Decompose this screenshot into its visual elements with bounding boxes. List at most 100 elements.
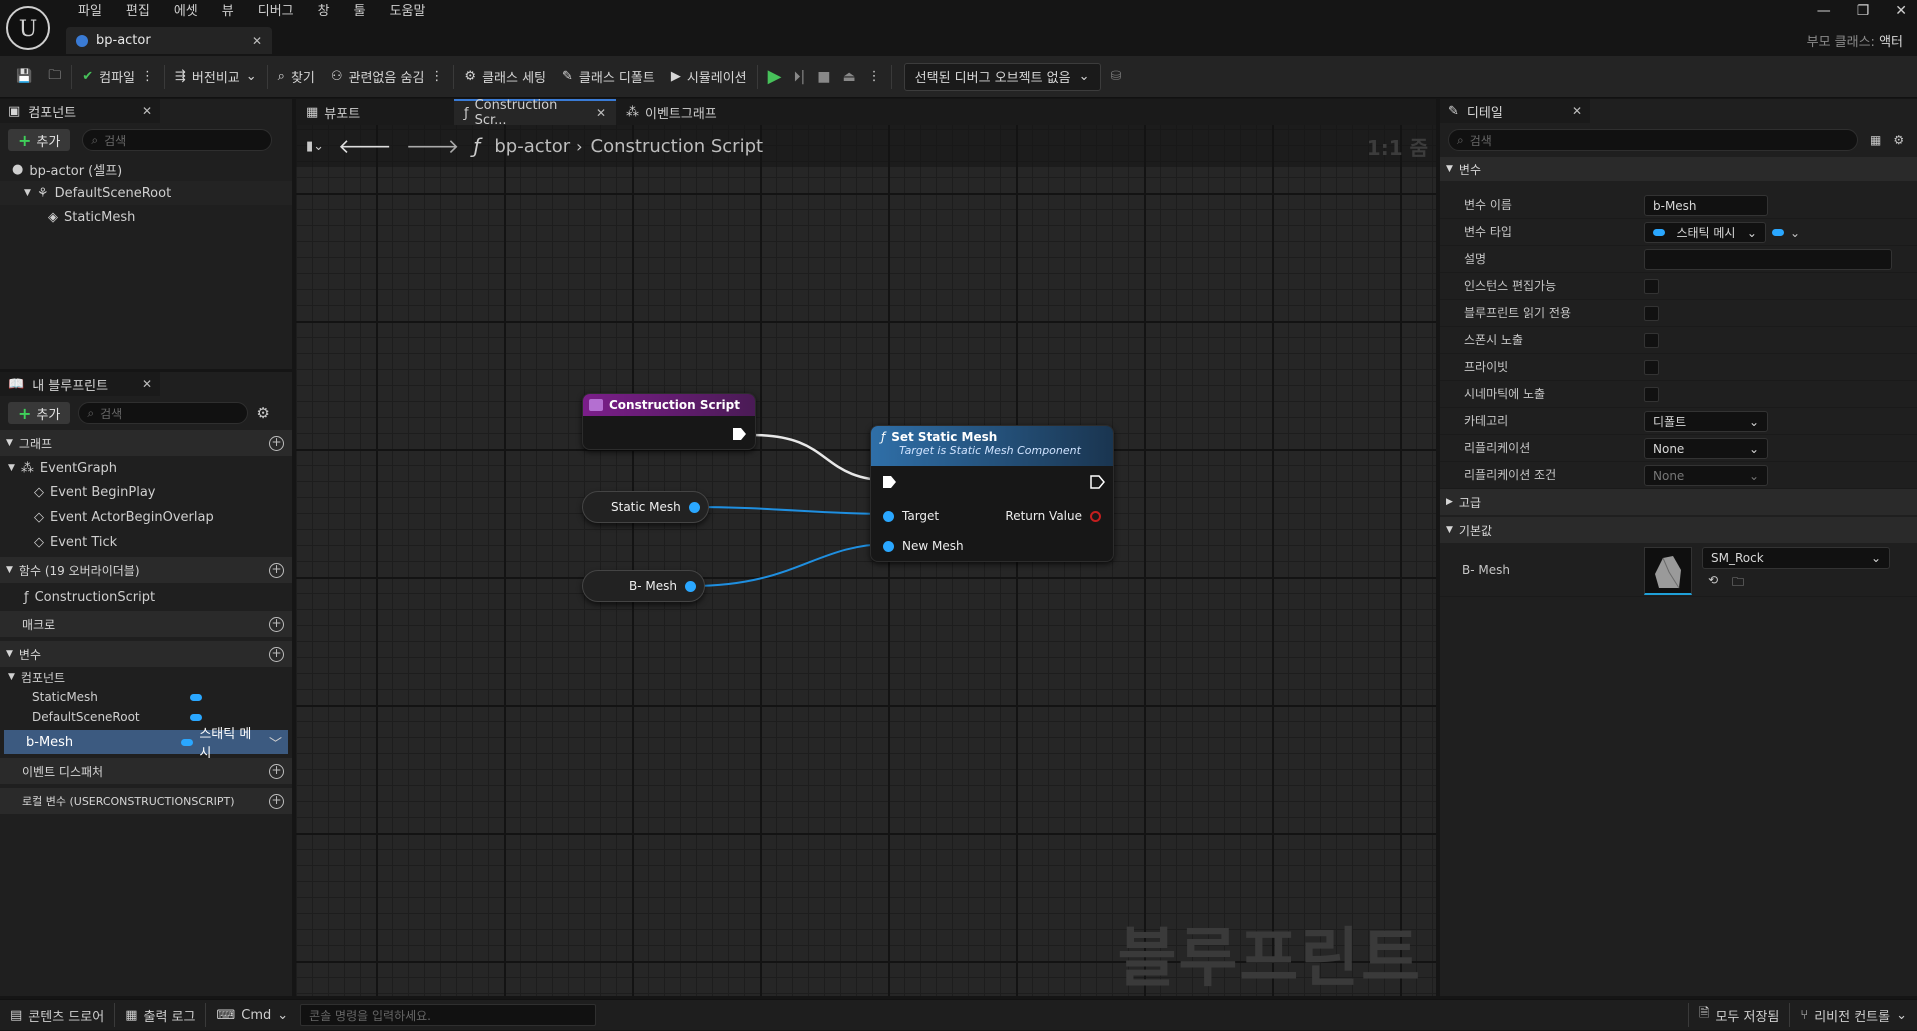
component-static-mesh[interactable]: ◈ StaticMesh bbox=[0, 205, 292, 229]
component-self[interactable]: ● bp-actor (셀프) bbox=[0, 157, 292, 181]
section-variables[interactable]: ▼ 변수 + bbox=[0, 641, 292, 667]
menu-window[interactable]: 창 bbox=[306, 2, 342, 22]
chevron-down-icon[interactable]: ⌄ bbox=[1790, 226, 1800, 240]
use-selected-icon[interactable]: ⟲ bbox=[1708, 573, 1718, 587]
event-item[interactable]: ◇ Event Tick bbox=[0, 530, 292, 555]
document-tab[interactable]: bp-actor ✕ bbox=[66, 27, 272, 54]
section-local-vars[interactable]: 로컬 변수 (USERCONSTRUCTIONSCRIPT) + bbox=[0, 788, 292, 814]
event-graph-item[interactable]: ▼ ⁂ EventGraph bbox=[0, 456, 292, 480]
my-blueprint-search-input[interactable]: ⌕ 검색 bbox=[78, 402, 249, 424]
static-mesh-variable-node[interactable]: Static Mesh bbox=[582, 491, 709, 523]
exec-in-pin-icon[interactable] bbox=[881, 474, 897, 490]
description-input[interactable] bbox=[1644, 249, 1892, 270]
expose-spawn-checkbox[interactable] bbox=[1644, 333, 1659, 348]
revision-control-button[interactable]: ⑂ 리비전 컨트롤 ⌄ bbox=[1790, 1000, 1917, 1031]
console-input[interactable]: 콘솔 명령을 입력하세요. bbox=[300, 1004, 597, 1026]
exec-out-pin-icon[interactable] bbox=[731, 426, 747, 442]
diff-button[interactable]: ⇶ 버전비교 ⌄ bbox=[169, 56, 263, 98]
var-type-select[interactable]: 스태틱 메시 ⌄ bbox=[1644, 222, 1766, 243]
content-drawer-button[interactable]: ▤ 콘텐츠 드로어 bbox=[0, 1000, 114, 1031]
close-icon[interactable]: ✕ bbox=[142, 104, 152, 118]
readonly-checkbox[interactable] bbox=[1644, 306, 1659, 321]
close-icon[interactable]: ✕ bbox=[596, 106, 606, 120]
save-button[interactable]: 💾 bbox=[10, 56, 38, 98]
debug-object-select[interactable]: 선택된 디버그 오브젝트 없음 ⌄ bbox=[903, 62, 1101, 91]
close-icon[interactable]: ✕ bbox=[252, 34, 262, 48]
close-icon[interactable]: ✕ bbox=[142, 377, 152, 391]
section-functions[interactable]: ▼ 함수 (19 오버라이더블) + bbox=[0, 557, 292, 583]
replication-select[interactable]: None ⌄ bbox=[1644, 438, 1768, 459]
gear-icon[interactable]: ⚙ bbox=[256, 404, 269, 422]
table-view-icon[interactable]: ▦ bbox=[1870, 133, 1881, 147]
more-icon[interactable]: ⋮ bbox=[868, 69, 881, 84]
hide-unrelated-button[interactable]: ⚇ 관련없음 숨김 ⋮ bbox=[325, 56, 450, 98]
event-item[interactable]: ◇ Event BeginPlay bbox=[0, 480, 292, 505]
components-search-input[interactable]: ⌕ 검색 bbox=[82, 129, 273, 151]
container-type-icon[interactable] bbox=[1772, 229, 1784, 236]
graph-canvas[interactable]: ▮⌄ 🡐 🡒 ƒ bp-actor › Construction Script … bbox=[296, 125, 1436, 996]
variable-item[interactable]: StaticMesh bbox=[0, 687, 292, 707]
more-icon[interactable]: ⋮ bbox=[430, 69, 443, 84]
private-checkbox[interactable] bbox=[1644, 360, 1659, 375]
replication-condition-select[interactable]: None ⌄ bbox=[1644, 465, 1768, 486]
section-default-value[interactable]: ▼ 기본값 bbox=[1440, 517, 1917, 543]
section-macros[interactable]: 매크로 + bbox=[0, 611, 292, 637]
eject-icon[interactable]: ⏏ bbox=[842, 69, 855, 85]
find-button[interactable]: ⌕ 찾기 bbox=[272, 56, 321, 98]
menu-debug[interactable]: 디버그 bbox=[246, 2, 306, 22]
b-mesh-variable-node[interactable]: B- Mesh bbox=[582, 570, 705, 602]
menu-edit[interactable]: 편집 bbox=[114, 2, 162, 22]
add-macro-icon[interactable]: + bbox=[269, 616, 284, 632]
section-graphs[interactable]: ▼ 그래프 + bbox=[0, 430, 292, 456]
menu-asset[interactable]: 에셋 bbox=[162, 2, 210, 22]
add-local-var-icon[interactable]: + bbox=[269, 793, 284, 809]
compile-button[interactable]: ✔ 컴파일 ⋮ bbox=[76, 56, 160, 98]
menu-tools[interactable]: 툴 bbox=[342, 2, 378, 22]
section-dispatchers[interactable]: 이벤트 디스패처 + bbox=[0, 758, 292, 784]
add-component-button[interactable]: + 추가 bbox=[8, 129, 71, 151]
exec-out-pin-icon[interactable] bbox=[1089, 474, 1105, 490]
restore-icon[interactable]: ❐ bbox=[1857, 3, 1870, 19]
variable-out-pin-icon[interactable] bbox=[688, 501, 700, 513]
tab-event-graph[interactable]: ⁂ 이벤트그래프 bbox=[616, 99, 727, 125]
cmd-select[interactable]: ⌨ Cmd ⌄ bbox=[206, 1000, 298, 1031]
target-pin[interactable]: Target bbox=[883, 509, 939, 523]
menu-view[interactable]: 뷰 bbox=[210, 2, 246, 22]
var-name-input[interactable]: b-Mesh bbox=[1644, 195, 1768, 216]
unreal-logo-icon[interactable]: U bbox=[6, 6, 50, 50]
tab-construction-script[interactable]: ƒ Construction Scr... ✕ bbox=[454, 98, 616, 128]
selected-variable-type[interactable]: 스태틱 메시 bbox=[199, 723, 263, 761]
asset-thumbnail[interactable] bbox=[1644, 547, 1692, 595]
add-function-icon[interactable]: + bbox=[269, 562, 284, 578]
class-settings-button[interactable]: ⚙ 클래스 세팅 bbox=[458, 56, 552, 98]
add-dispatcher-icon[interactable]: + bbox=[269, 763, 284, 779]
step-icon[interactable]: ⏵| bbox=[793, 69, 805, 85]
event-item[interactable]: ◇ Event ActorBeginOverlap bbox=[0, 505, 292, 530]
menu-file[interactable]: 파일 bbox=[66, 2, 114, 22]
browse-button[interactable]: 🗀 bbox=[42, 56, 67, 98]
class-defaults-button[interactable]: ✎ 클래스 디폴트 bbox=[556, 56, 661, 98]
chevron-down-icon[interactable]: ﹀ bbox=[269, 733, 282, 752]
cinematic-checkbox[interactable] bbox=[1644, 387, 1659, 402]
add-member-button[interactable]: + 추가 bbox=[8, 402, 71, 424]
add-variable-icon[interactable]: + bbox=[269, 646, 284, 662]
return-value-pin[interactable]: Return Value bbox=[1005, 509, 1101, 523]
tab-viewport[interactable]: ▦ 뷰포트 bbox=[296, 99, 454, 125]
details-tab[interactable]: ✎ 디테일 ✕ bbox=[1440, 99, 1590, 123]
details-search-input[interactable]: ⌕ 검색 bbox=[1448, 129, 1858, 151]
save-all-button[interactable]: 🗎 모두 저장됨 bbox=[1689, 1000, 1789, 1031]
asset-picker-select[interactable]: SM_Rock ⌄ bbox=[1702, 547, 1890, 569]
variable-item-selected[interactable]: b-Mesh 스태틱 메시 ﹀ bbox=[4, 727, 288, 761]
variable-category-components[interactable]: ▼ 컴포넌트 bbox=[0, 667, 292, 687]
close-icon[interactable]: ✕ bbox=[1572, 104, 1582, 118]
section-advanced[interactable]: ▶ 고급 bbox=[1440, 489, 1917, 515]
add-graph-icon[interactable]: + bbox=[269, 435, 284, 451]
set-static-mesh-node[interactable]: ƒ Set Static Mesh Target is Static Mesh C… bbox=[870, 425, 1114, 562]
output-log-button[interactable]: ▦ 출력 로그 bbox=[115, 1000, 205, 1031]
function-item[interactable]: ƒ ConstructionScript bbox=[0, 583, 292, 611]
variable-out-pin-icon[interactable] bbox=[684, 580, 696, 592]
play-icon[interactable]: ▶ bbox=[768, 66, 782, 87]
instance-editable-checkbox[interactable] bbox=[1644, 279, 1659, 294]
debug-filter-button[interactable]: ⛁ bbox=[1105, 56, 1128, 98]
new-mesh-pin[interactable]: New Mesh bbox=[883, 539, 964, 553]
